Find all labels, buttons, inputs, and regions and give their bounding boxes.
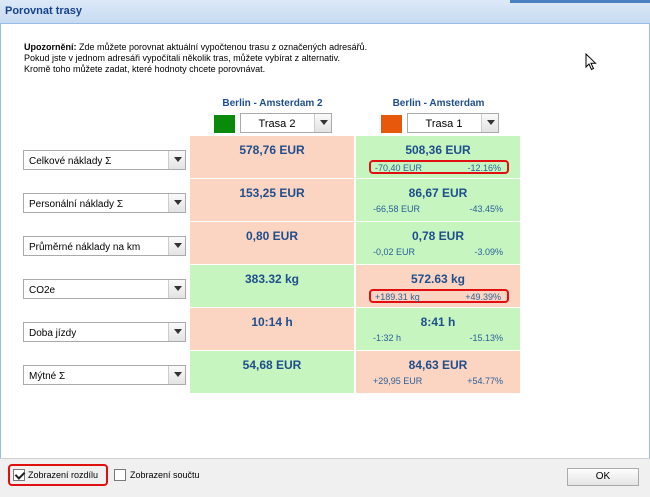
route-2-value: 572.63 kg	[410, 272, 466, 286]
route-2-value: 0,78 EUR	[411, 229, 465, 243]
difference-absolute: +29,95 EUR	[373, 376, 423, 386]
difference-percent: +49.39%	[465, 292, 501, 302]
metric-select-row-4[interactable]: CO2e	[23, 279, 186, 299]
route-1-color-swatch[interactable]	[214, 115, 235, 133]
route-1-value-cell: 10:14 h	[190, 308, 355, 351]
route-1-value-cell: 153,25 EUR	[190, 179, 355, 222]
warning-line-2: Pokud jste v jednom adresáři vypočítali …	[24, 53, 340, 63]
difference-percent: +54.77%	[467, 376, 503, 386]
route-1-value-cell: 578,76 EUR	[190, 136, 355, 179]
route-2-value-cell: 8:41 h -1:32 h -15.13%	[356, 308, 521, 351]
window-title: Porovnat trasy	[5, 5, 83, 17]
difference-absolute: -66,58 EUR	[373, 204, 421, 214]
metric-select-row-1[interactable]: Celkové náklady Σ	[23, 150, 186, 170]
show-difference-checkbox[interactable]	[13, 469, 25, 481]
warning-label: Upozornění:	[24, 42, 77, 52]
difference: -1:32 h -15.13%	[369, 332, 509, 346]
route-1-select-value: Trasa 2	[258, 118, 296, 130]
difference-percent: -12.16%	[467, 163, 501, 173]
metric-select-row-5[interactable]: Doba jízdy	[23, 322, 186, 342]
route-2-value: 508,36 EUR	[405, 143, 471, 157]
titlebar-accent	[510, 0, 650, 3]
route-2-select-value: Trasa 1	[425, 118, 463, 130]
chevron-down-icon[interactable]	[168, 237, 185, 255]
route-2-value-cell: 572.63 kg +189.31 kg +49.39%	[356, 265, 521, 308]
difference-percent: -3.09%	[474, 247, 503, 257]
window-titlebar: Porovnat trasy	[0, 0, 650, 24]
metric-select-row-6[interactable]: Mýtné Σ	[23, 365, 186, 385]
route-1-select[interactable]: Trasa 2	[240, 113, 332, 133]
route-2-value-cell: 508,36 EUR -70,40 EUR -12.16%	[356, 136, 521, 179]
route-1-value: 578,76 EUR	[239, 143, 305, 157]
route-2-value-cell: 0,78 EUR -0,02 EUR -3.09%	[356, 222, 521, 265]
metric-select-value: Mýtné Σ	[29, 371, 66, 382]
warning-line-3: Kromě toho můžete zadat, které hodnoty c…	[24, 64, 266, 74]
difference-highlight: +189.31 kg +49.39%	[369, 289, 509, 303]
chevron-down-icon[interactable]	[168, 366, 185, 384]
mouse-pointer-icon	[585, 53, 597, 71]
route-2-value-cell: 84,63 EUR +29,95 EUR +54.77%	[356, 351, 521, 394]
chevron-down-icon[interactable]	[314, 114, 331, 132]
route-1-value: 10:14 h	[251, 315, 293, 329]
route-1-value-cell: 54,68 EUR	[190, 351, 355, 394]
metric-select-value: Doba jízdy	[29, 328, 77, 339]
route-1-name: Berlin - Amsterdam 2	[222, 98, 323, 109]
difference-highlight: -70,40 EUR -12.16%	[369, 160, 509, 174]
difference-absolute: -70,40 EUR	[375, 163, 423, 173]
route-1-value-cell: 383.32 kg	[190, 265, 355, 308]
warning-line-1: Zde můžete porovnat aktuální vypočtenou …	[76, 42, 368, 52]
difference-absolute: -0,02 EUR	[373, 247, 416, 257]
difference: -0,02 EUR -3.09%	[369, 246, 509, 260]
show-sum-label[interactable]: Zobrazení součtu	[130, 470, 200, 480]
route-2-select[interactable]: Trasa 1	[407, 113, 499, 133]
route-2-color-swatch[interactable]	[381, 115, 402, 133]
route-1-value: 153,25 EUR	[239, 186, 305, 200]
metric-select-value: Průměrné náklady na km	[29, 242, 141, 253]
metric-select-value: CO2e	[29, 285, 56, 296]
route-1-value: 383.32 kg	[244, 272, 300, 286]
difference-percent: -15.13%	[469, 333, 503, 343]
difference: -66,58 EUR -43.45%	[369, 203, 509, 217]
chevron-down-icon[interactable]	[168, 323, 185, 341]
route-2-value: 86,67 EUR	[408, 186, 468, 200]
metric-select-value: Personální náklady Σ	[29, 199, 124, 210]
chevron-down-icon[interactable]	[168, 194, 185, 212]
route-2-value: 84,63 EUR	[408, 358, 468, 372]
show-difference-label[interactable]: Zobrazení rozdílu	[28, 470, 98, 480]
chevron-down-icon[interactable]	[168, 280, 185, 298]
difference-absolute: +189.31 kg	[375, 292, 420, 302]
metric-select-row-3[interactable]: Průměrné náklady na km	[23, 236, 186, 256]
route-1-value: 54,68 EUR	[242, 358, 302, 372]
difference: +29,95 EUR +54.77%	[369, 375, 509, 389]
route-1-value-cell: 0,80 EUR	[190, 222, 355, 265]
difference-absolute: -1:32 h	[373, 333, 402, 343]
ok-button[interactable]: OK	[567, 468, 639, 486]
metric-select-value: Celkové náklady Σ	[29, 156, 112, 167]
route-2-value: 8:41 h	[420, 315, 456, 329]
route-2-name: Berlin - Amsterdam	[392, 98, 485, 109]
metric-select-row-2[interactable]: Personální náklady Σ	[23, 193, 186, 213]
route-2-value-cell: 86,67 EUR -66,58 EUR -43.45%	[356, 179, 521, 222]
route-1-value: 0,80 EUR	[245, 229, 299, 243]
show-sum-checkbox[interactable]	[114, 469, 126, 481]
difference-percent: -43.45%	[469, 204, 503, 214]
chevron-down-icon[interactable]	[481, 114, 498, 132]
chevron-down-icon[interactable]	[168, 151, 185, 169]
warning-text: Upozornění: Zde můžete porovnat aktuální…	[24, 42, 367, 75]
